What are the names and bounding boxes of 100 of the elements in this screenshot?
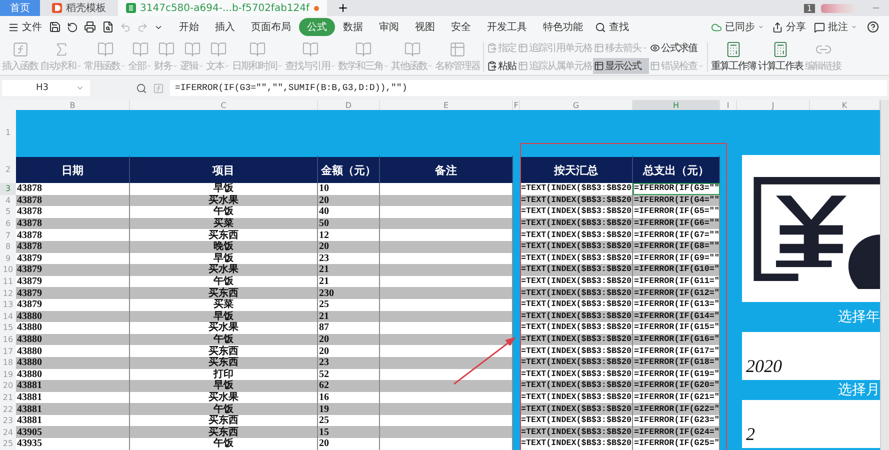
rotate-icon[interactable] (67, 22, 78, 32)
column-header[interactable]: H (633, 100, 720, 110)
row-number[interactable]: 9 (0, 252, 16, 264)
comment-button[interactable]: 批注 (810, 20, 861, 34)
row-number[interactable]: 14 (0, 310, 16, 322)
menu-tab[interactable]: 公式 (299, 18, 335, 36)
column-header[interactable]: I (720, 100, 737, 110)
share-button[interactable]: 分享 (768, 20, 810, 34)
row-number[interactable]: 23 (0, 414, 16, 426)
row-number[interactable]: 3 (0, 183, 16, 195)
table-cell: =IFERROR(IF(G4="" (633, 194, 720, 206)
document-tab[interactable]: 3147c580-a694-...b-f5702fab124f (118, 0, 327, 16)
table-cell: 买水果 (130, 322, 318, 334)
menu-tab[interactable]: 特色功能 (535, 18, 591, 36)
menu-tab[interactable]: 页面布局 (243, 18, 299, 36)
table-cell: 午饭 (130, 206, 318, 218)
table-header: 备注 (380, 155, 513, 183)
row-number[interactable]: 19 (0, 368, 16, 380)
row-number[interactable]: 2 (0, 155, 16, 183)
sync-button[interactable]: 已同步 (707, 20, 768, 34)
scrollbar[interactable] (880, 100, 889, 450)
book-icon (302, 40, 319, 58)
table-cell: 43905 (16, 426, 130, 438)
cell-reference: H3 (36, 83, 48, 93)
ribbon-button[interactable]: 公式求值 (649, 40, 705, 56)
search-button[interactable]: 查找 (591, 20, 633, 34)
row-number[interactable]: 11 (0, 276, 16, 288)
row-number[interactable]: 18 (0, 356, 16, 368)
row-number[interactable]: 21 (0, 392, 16, 404)
ribbon-button[interactable]: 计算工作表 (757, 40, 804, 72)
table-cell: 43879 (16, 287, 130, 299)
clipboard-icon (487, 60, 497, 70)
row-number[interactable]: 1 (0, 110, 16, 155)
document-tab[interactable]: 首页 (0, 0, 40, 16)
column-header[interactable]: E (380, 100, 513, 110)
row-number[interactable]: 13 (0, 298, 16, 311)
row-number[interactable]: 10 (0, 264, 16, 276)
menu-tab[interactable]: 插入 (207, 18, 243, 36)
table-cell: 20 (318, 240, 380, 253)
table-cell: =TEXT(INDEX($B$3:$B$20 (520, 380, 633, 392)
row-number[interactable]: 7 (0, 229, 16, 241)
row-number[interactable]: 5 (0, 206, 16, 218)
table-cell: =IFERROR(IF(G16=" (633, 334, 720, 346)
table-cell: 52 (318, 368, 380, 380)
row-number[interactable]: 6 (0, 218, 16, 230)
print-icon[interactable] (84, 21, 96, 33)
column-header[interactable]: K (810, 100, 880, 110)
preview-icon[interactable] (102, 21, 114, 33)
column-header[interactable]: B (16, 100, 130, 110)
column-header[interactable]: J (737, 100, 810, 110)
table-cell: 买东西 (130, 345, 318, 357)
row-number[interactable]: 17 (0, 345, 16, 357)
table-cell: 午饭 (130, 334, 318, 346)
table-cell: 20 (318, 334, 380, 346)
row-number[interactable]: 24 (0, 426, 16, 438)
column-header[interactable]: D (318, 100, 380, 110)
ribbon-button[interactable]: 显示公式 (593, 58, 649, 74)
table-cell: 午饭 (130, 438, 318, 450)
table-cell: =TEXT(INDEX($B$3:$B$20 (520, 183, 633, 195)
save-icon[interactable] (49, 21, 61, 33)
function-icon (12, 40, 28, 58)
formula-field[interactable]: =IFERROR(IF(G3="","",SUMIF(B:B,G3,D:D)),"") (170, 80, 887, 96)
row-number[interactable]: 25 (0, 438, 16, 450)
name-box[interactable]: H3 (2, 80, 90, 96)
table-cell: 43880 (16, 368, 130, 380)
table-cell: 23 (318, 356, 380, 368)
zoom-icon[interactable] (136, 82, 147, 94)
column-header[interactable]: G (520, 100, 633, 110)
document-tab[interactable]: 稻壳模板 (44, 0, 114, 16)
table-cell: =TEXT(INDEX($B$3:$B$20 (520, 322, 633, 334)
file-menu[interactable]: 文件 (4, 20, 46, 34)
menu-tab[interactable]: 安全 (443, 18, 479, 36)
menu-tab[interactable]: 开发工具 (479, 18, 535, 36)
caret-icon (851, 24, 857, 30)
table-cell: 早饭 (130, 252, 318, 264)
row-number[interactable]: 8 (0, 240, 16, 253)
menu-tab[interactable]: 开始 (171, 18, 207, 36)
row-number[interactable]: 12 (0, 287, 16, 299)
row-number[interactable]: 4 (0, 194, 16, 206)
table-icon (518, 60, 528, 70)
menu-tab[interactable]: 审阅 (371, 18, 407, 36)
notification-badge[interactable]: 1 (804, 4, 815, 12)
ribbon-button[interactable]: 重算工作簿 (710, 40, 757, 72)
row-number[interactable]: 22 (0, 403, 16, 415)
row-number[interactable]: 15 (0, 322, 16, 334)
table-cell: =TEXT(INDEX($B$3:$B$20 (520, 252, 633, 264)
help-icon[interactable] (867, 21, 879, 33)
table-cell: 43879 (16, 276, 130, 288)
menu-tab[interactable]: 视图 (407, 18, 443, 36)
row-number[interactable]: 20 (0, 380, 16, 392)
menu-tab[interactable]: 数据 (335, 18, 371, 36)
column-header[interactable]: C (130, 100, 318, 110)
row-number[interactable]: 16 (0, 334, 16, 346)
new-tab-icon[interactable] (336, 2, 349, 14)
ribbon-button[interactable]: 粘贴 (486, 58, 517, 74)
table-cell: 43879 (16, 252, 130, 264)
column-header[interactable]: F (513, 100, 520, 110)
pointer-arrow (452, 334, 518, 386)
table-cell: 买东西 (130, 229, 318, 241)
table-cell: 43881 (16, 380, 130, 392)
